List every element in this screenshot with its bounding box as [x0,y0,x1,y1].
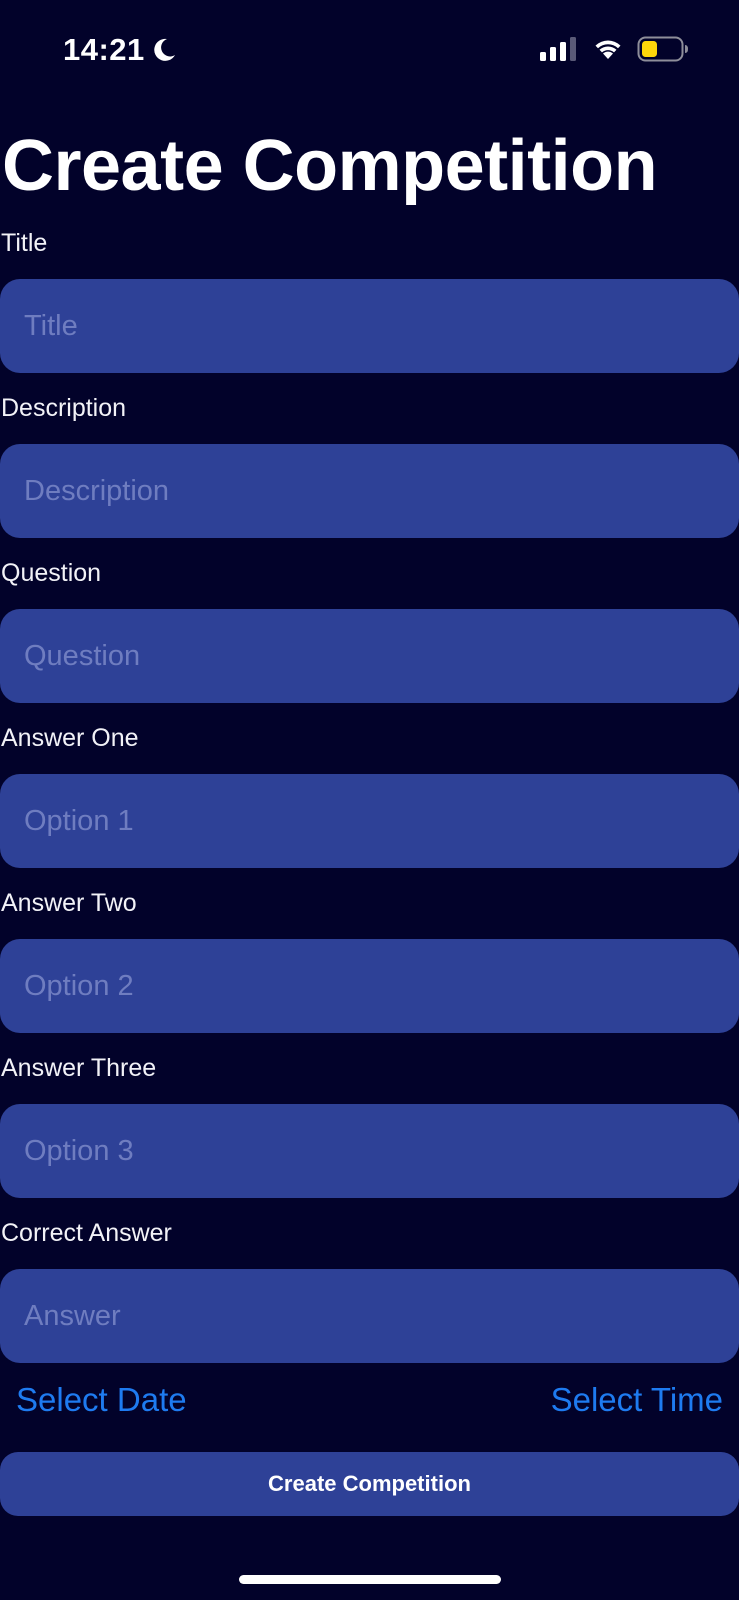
question-label: Question [1,559,102,587]
answer-two-input[interactable]: Option 2 [0,939,739,1033]
answer-three-input[interactable]: Option 3 [0,1104,739,1198]
answer-one-label: Answer One [1,724,139,752]
correct-answer-label: Correct Answer [1,1219,172,1247]
question-input[interactable]: Question [0,609,739,703]
select-time-button[interactable]: Select Time [551,1380,723,1420]
home-indicator[interactable] [239,1575,501,1584]
status-time: 14:21 [63,32,145,67]
question-placeholder: Question [24,639,141,672]
create-competition-label: Create Competition [268,1471,471,1496]
signal-icon [540,37,576,61]
create-competition-button[interactable]: Create Competition [0,1452,739,1516]
status-bar: 14:21 [0,0,739,100]
answer-one-input[interactable]: Option 1 [0,774,739,868]
page-title: Create Competition [2,126,658,206]
description-label: Description [1,394,127,422]
battery-icon [637,36,688,62]
description-placeholder: Description [24,474,170,507]
moon-icon [154,38,175,61]
answer-three-label: Answer Three [1,1054,157,1082]
answer-two-placeholder: Option 2 [24,969,134,1002]
answer-one-placeholder: Option 1 [24,804,134,837]
wifi-icon [595,40,621,59]
correct-answer-input[interactable]: Answer [0,1269,739,1363]
title-label: Title [1,229,48,257]
title-input[interactable]: Title [0,279,739,373]
answer-three-placeholder: Option 3 [24,1134,134,1167]
title-placeholder: Title [24,309,78,342]
select-date-button[interactable]: Select Date [16,1380,187,1420]
correct-answer-placeholder: Answer [24,1299,121,1332]
description-input[interactable]: Description [0,444,739,538]
answer-two-label: Answer Two [1,889,137,917]
